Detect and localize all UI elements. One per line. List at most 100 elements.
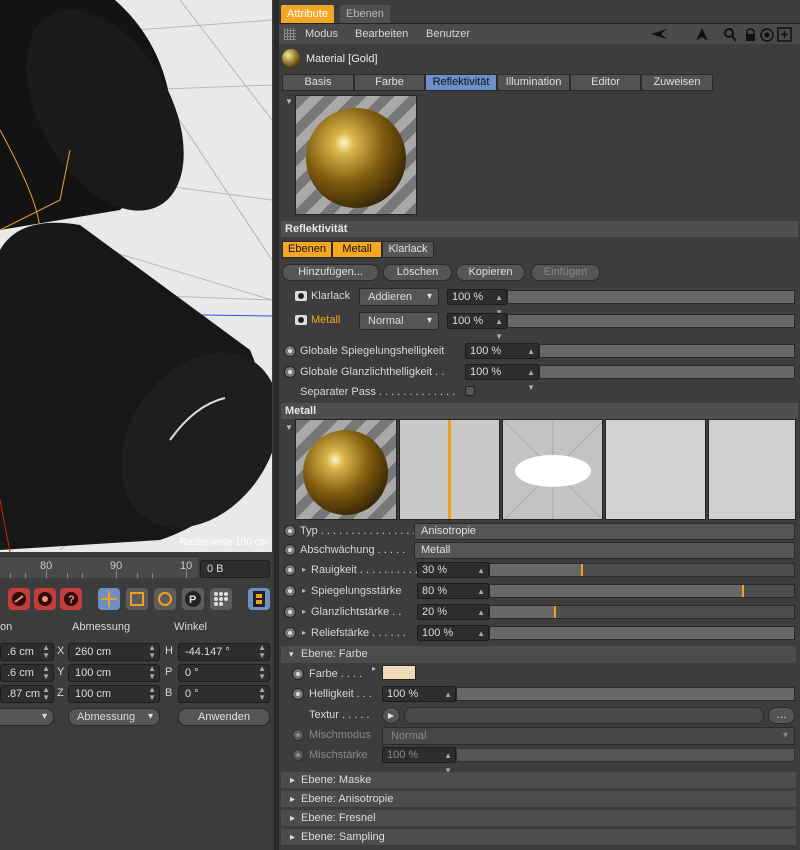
animate-radio[interactable] — [292, 729, 304, 741]
ebene-anisotropie-header[interactable]: Ebene: Anisotropie — [281, 791, 796, 808]
metall-preview[interactable] — [295, 419, 397, 520]
rauigkeit-field[interactable]: 30 %▲▼ — [417, 562, 489, 590]
scale-tool-icon[interactable] — [126, 588, 148, 610]
menu-modus[interactable]: Modus — [305, 28, 338, 40]
position-y-field[interactable]: .6 cm ▲ ▼ — [0, 664, 54, 682]
ebene-fresnel-header[interactable]: Ebene: Fresnel — [281, 810, 796, 827]
layer-value-field[interactable]: 100 %▲▼ — [447, 313, 507, 341]
tab-farbe[interactable]: Farbe — [354, 74, 425, 91]
back-arrow-icon[interactable] — [651, 29, 667, 39]
texture-browse-button[interactable]: … — [768, 707, 795, 724]
menu-bearbeiten[interactable]: Bearbeiten — [355, 28, 408, 40]
record-keys-icon[interactable] — [8, 588, 30, 610]
ebene-maske-header[interactable]: Ebene: Maske — [281, 772, 796, 789]
angle-h-field[interactable]: -44.147 ° ▲ ▼ — [178, 643, 270, 661]
frame-field[interactable]: 0 B — [200, 560, 270, 578]
animate-radio[interactable] — [284, 525, 296, 537]
glanzlicht-field[interactable]: 20 %▲▼ — [417, 604, 489, 632]
help-keys-icon[interactable]: ? — [60, 588, 82, 610]
helligkeit-slider[interactable] — [456, 687, 795, 701]
up-arrow-icon[interactable] — [696, 28, 708, 41]
paste-layer-button[interactable]: Einfügen — [531, 264, 600, 281]
extra-preview[interactable] — [708, 419, 796, 520]
move-tool-icon[interactable] — [98, 588, 120, 610]
size-y-field[interactable]: 100 cm ▲ ▼ — [68, 664, 160, 682]
tab-ebenen[interactable]: Ebenen — [340, 5, 390, 23]
animate-radio[interactable] — [284, 585, 296, 597]
copy-layer-button[interactable]: Kopieren — [456, 264, 525, 281]
layer-mode-dropdown[interactable]: Addieren — [359, 288, 439, 306]
separate-pass-checkbox[interactable] — [465, 386, 475, 396]
expand-icon[interactable]: ▸ — [302, 565, 306, 574]
search-icon[interactable] — [724, 28, 737, 42]
material-preview[interactable] — [295, 95, 417, 215]
global-gloss-slider[interactable] — [539, 365, 795, 379]
rotate-tool-icon[interactable] — [154, 588, 176, 610]
color-swatch[interactable] — [382, 665, 416, 680]
tab-attribute[interactable]: Attribute — [281, 5, 334, 23]
global-gloss-field[interactable]: 100 % ▲ ▼ — [465, 364, 539, 392]
expand-icon[interactable]: ▸ — [302, 586, 306, 595]
animate-radio[interactable] — [284, 606, 296, 618]
menu-benutzer[interactable]: Benutzer — [426, 28, 470, 40]
animate-radio[interactable] — [284, 366, 296, 378]
bump-preview[interactable] — [605, 419, 706, 520]
size-z-field[interactable]: 100 cm ▲ ▼ — [68, 685, 160, 703]
add-layer-button[interactable]: Hinzufügen... — [282, 264, 379, 281]
layer-opacity-slider[interactable] — [507, 314, 795, 328]
animate-radio[interactable] — [284, 345, 296, 357]
tab-basis[interactable]: Basis — [282, 74, 354, 91]
global-spec-slider[interactable] — [539, 344, 795, 358]
tab-illumination[interactable]: Illumination — [497, 74, 570, 91]
tab-editor[interactable]: Editor — [570, 74, 641, 91]
delete-layer-button[interactable]: Löschen — [383, 264, 452, 281]
position-x-field[interactable]: .6 cm ▲ ▼ — [0, 643, 54, 661]
pla-icon[interactable] — [210, 588, 232, 610]
grip-icon[interactable] — [284, 28, 296, 40]
layer-value-field[interactable]: 100 %▲▼ — [447, 289, 507, 317]
apply-button[interactable]: Anwenden — [178, 708, 270, 726]
expand-icon[interactable]: ▸ — [302, 628, 306, 637]
eye-icon[interactable] — [295, 291, 307, 301]
highlight-preview[interactable] — [502, 419, 603, 520]
mischmodus-dropdown[interactable]: Normal — [382, 727, 795, 745]
animate-radio[interactable] — [292, 668, 304, 680]
spiegelung-field[interactable]: 80 %▲▼ — [417, 583, 489, 611]
tab-reflektivitaet[interactable]: Reflektivität — [425, 74, 497, 91]
timeline-ruler[interactable]: 80 90 10 — [0, 556, 198, 578]
film-icon[interactable] — [248, 588, 270, 610]
anisotropy-preview[interactable] — [399, 419, 500, 520]
layer-tab-metall[interactable]: Metall — [332, 241, 382, 258]
layer-tab-klarlack[interactable]: Klarlack — [382, 241, 434, 258]
ebene-farbe-header[interactable]: ▾ Ebene: Farbe — [281, 646, 796, 663]
texture-field[interactable] — [404, 707, 764, 724]
layer-opacity-slider[interactable] — [507, 290, 795, 304]
angle-p-field[interactable]: 0 ° ▲ ▼ — [178, 664, 270, 682]
animate-radio[interactable] — [284, 564, 296, 576]
position-z-field[interactable]: .87 cm ▲ ▼ — [0, 685, 54, 703]
layer-name-klarlack[interactable]: Klarlack — [311, 290, 350, 302]
layer-name-metall[interactable]: Metall — [311, 314, 340, 326]
global-spec-field[interactable]: 100 %▲▼ — [465, 343, 539, 371]
target-icon[interactable] — [760, 28, 774, 42]
size-x-field[interactable]: 260 cm ▲ ▼ — [68, 643, 160, 661]
helligkeit-field[interactable]: 100 %▲▼ — [382, 686, 456, 714]
expand-icon[interactable]: ▸ — [302, 607, 306, 616]
relief-slider[interactable] — [489, 626, 795, 640]
texture-play-icon[interactable]: ▶ — [382, 707, 400, 724]
rauigkeit-slider[interactable] — [489, 563, 795, 577]
preview-menu-icon[interactable]: ▼ — [285, 423, 293, 432]
layer-tab-ebenen[interactable]: Ebenen — [282, 241, 332, 258]
mischstaerke-slider[interactable] — [456, 748, 795, 762]
animate-radio[interactable] — [284, 627, 296, 639]
spiegelung-slider[interactable] — [489, 584, 795, 598]
glanzlicht-slider[interactable] — [489, 605, 795, 619]
abschwaechung-dropdown[interactable]: Metall — [414, 542, 795, 559]
expand-icon[interactable]: ▸ — [372, 664, 376, 673]
parameter-icon[interactable]: P — [182, 588, 204, 610]
relief-field[interactable]: 100 %▲▼ — [417, 625, 489, 653]
new-window-icon[interactable] — [777, 27, 792, 42]
tab-zuweisen[interactable]: Zuweisen — [641, 74, 713, 91]
angle-b-field[interactable]: 0 ° ▲ ▼ — [178, 685, 270, 703]
mischstaerke-field[interactable]: 100 % ▲ ▼ — [382, 747, 456, 775]
